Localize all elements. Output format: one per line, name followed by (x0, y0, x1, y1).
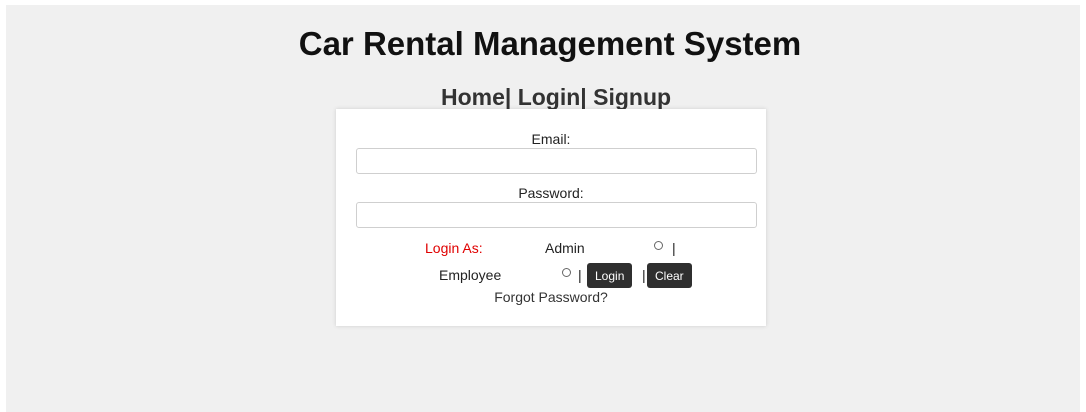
role-admin-label: Admin (545, 240, 585, 256)
nav-home-link[interactable]: Home| (441, 84, 511, 110)
role-employee-radio[interactable] (562, 268, 571, 277)
role-admin-radio[interactable] (654, 241, 663, 250)
separator: | (642, 267, 646, 283)
login-as-label: Login As: (425, 240, 483, 256)
login-button[interactable]: Login (587, 263, 633, 288)
password-label: Password: (518, 185, 584, 201)
nav-login-link[interactable]: Login| (518, 84, 587, 110)
login-form-card: Email: Password: Login As: Admin | Emplo… (336, 109, 766, 326)
clear-button[interactable]: Clear (647, 263, 692, 288)
nav-signup-link[interactable]: Signup (593, 84, 671, 110)
password-field[interactable] (356, 202, 757, 228)
separator: | (672, 240, 676, 256)
page-title: Car Rental Management System (298, 25, 802, 62)
separator: | (578, 267, 582, 283)
forgot-password-link[interactable]: Forgot Password? (336, 289, 766, 305)
top-nav: Home| Login| Signup (6, 84, 1086, 111)
email-field[interactable] (356, 148, 757, 174)
email-label: Email: (531, 131, 571, 147)
role-employee-label: Employee (439, 267, 502, 283)
